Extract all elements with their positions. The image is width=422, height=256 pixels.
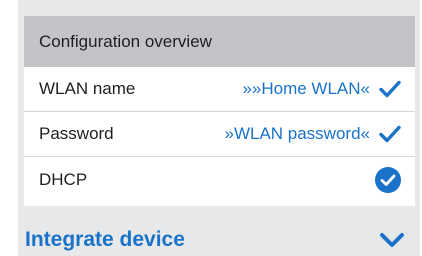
section-title: Integrate device: [25, 228, 185, 251]
panel-title: Configuration overview: [39, 31, 212, 51]
check-icon: [379, 125, 401, 143]
row-label: WLAN name: [39, 79, 136, 98]
overview-row-wlan-name: WLAN name »»Home WLAN«: [24, 67, 415, 112]
row-value: »WLAN password«: [224, 124, 370, 143]
row-label: Password: [39, 124, 114, 143]
integrate-device-toggle[interactable]: Integrate device: [18, 224, 420, 256]
overview-row-password: Password »WLAN password«: [24, 112, 415, 157]
row-label: DHCP: [39, 169, 88, 189]
row-value: »»Home WLAN«: [242, 79, 370, 98]
check-circle-icon: [375, 166, 401, 193]
check-icon: [379, 80, 401, 98]
overview-row-dhcp: DHCP: [24, 157, 415, 202]
chevron-down-icon[interactable]: [379, 231, 405, 249]
panel-header: Configuration overview: [24, 16, 415, 67]
configuration-overview-panel: Configuration overview WLAN name »»Home …: [24, 16, 415, 206]
